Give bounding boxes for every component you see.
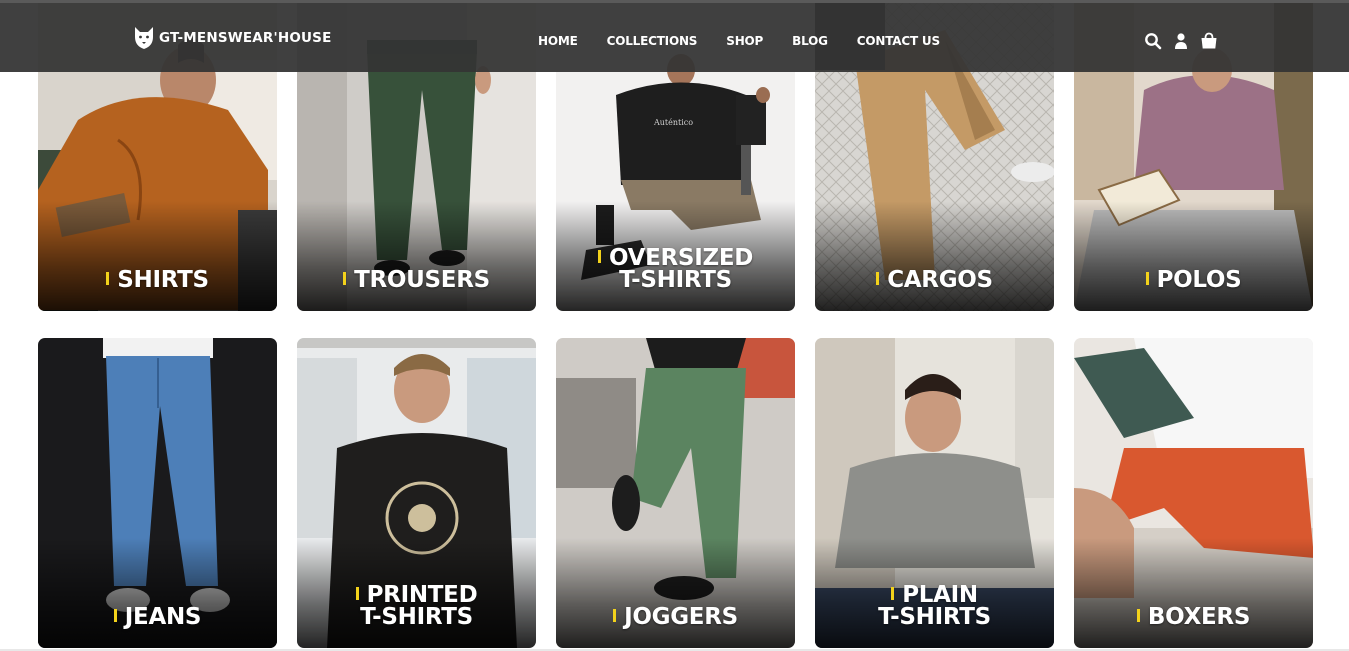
category-label: CARGOS [815,269,1054,292]
accent-bar [597,250,601,263]
accent-bar [613,609,617,622]
category-label: SHIRTS [38,269,277,292]
user-icon[interactable] [1172,32,1190,50]
nav-contact-us[interactable]: CONTACT US [857,34,940,48]
accent-bar [1145,272,1149,285]
wolf-head-icon [135,27,153,49]
accent-bar [343,272,347,285]
category-label: PLAIN T-SHIRTS [878,582,991,630]
accent-bar [113,609,117,622]
category-card-jeans[interactable]: JEANS [38,338,277,648]
category-card-printed-t-shirts[interactable]: PRINTED T-SHIRTS [297,338,536,648]
category-label: PRINTED T-SHIRTS [297,584,536,629]
category-card-joggers[interactable]: JOGGERS [556,338,795,648]
site-header: GT-MENSWEAR'HOUSE HOME COLLECTIONS SHOP … [0,0,1349,72]
brand-logo[interactable]: GT-MENSWEAR'HOUSE [133,26,332,50]
category-label: OVERSIZED T-SHIRTS [556,247,795,292]
search-icon[interactable] [1144,32,1162,50]
accent-bar [355,587,359,600]
category-label: JOGGERS [556,606,795,629]
main-nav: HOME COLLECTIONS SHOP BLOG CONTACT US [538,34,940,48]
accent-bar [891,587,895,600]
header-actions [1144,32,1218,50]
nav-shop[interactable]: SHOP [726,34,763,48]
category-label: TROUSERS [297,269,536,292]
nav-collections[interactable]: COLLECTIONS [607,34,698,48]
accent-bar [876,272,880,285]
category-card-plain-t-shirts[interactable]: PLAIN T-SHIRTS [815,338,1054,648]
svg-text:Auténtico: Auténtico [653,118,693,127]
category-card-boxers[interactable]: BOXERS [1074,338,1313,648]
accent-bar [106,272,110,285]
category-label: POLOS [1074,269,1313,292]
nav-home[interactable]: HOME [538,34,578,48]
category-label: JEANS [38,606,277,629]
nav-blog[interactable]: BLOG [792,34,828,48]
shopping-bag-icon[interactable] [1200,32,1218,50]
accent-bar [1136,609,1140,622]
brand-name: GT-MENSWEAR'HOUSE [159,30,332,46]
category-label: BOXERS [1074,606,1313,629]
